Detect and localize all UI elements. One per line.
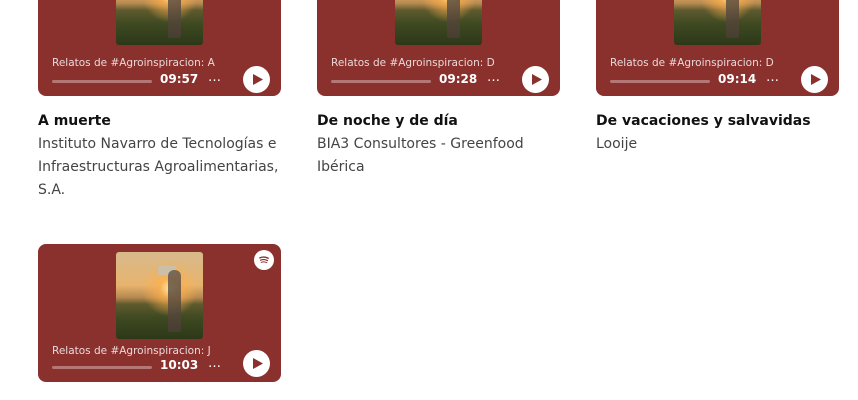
- play-icon: [810, 74, 821, 85]
- spotify-logo-icon: [254, 250, 274, 270]
- item-author: Instituto Navarro de Tecnologías e Infra…: [38, 136, 279, 198]
- item-title[interactable]: De noche y de día: [317, 113, 458, 129]
- more-options-button[interactable]: …: [766, 70, 780, 85]
- episode-title: Relatos de #Agroinspiracion: A: [52, 57, 215, 69]
- episode-title: Relatos de #Agroinspiracion: J: [52, 345, 211, 357]
- episode-title: Relatos de #Agroinspiracion: D: [331, 57, 495, 69]
- episode-thumbnail: [674, 0, 761, 45]
- item-title[interactable]: De vacaciones y salvavidas: [596, 113, 811, 129]
- episode-duration: 09:57: [160, 72, 199, 86]
- podcast-player-card[interactable]: Relatos de #Agroinspiracion: D 09:28 …: [317, 0, 560, 96]
- play-button[interactable]: [801, 66, 828, 93]
- item-author: BIA3 Consultores - Greenfood Ibérica: [317, 136, 524, 175]
- play-button[interactable]: [243, 66, 270, 93]
- episode-thumbnail: [395, 0, 482, 45]
- podcast-player-card[interactable]: Relatos de #Agroinspiracion: J 10:03 …: [38, 244, 281, 382]
- episode-thumbnail: [116, 0, 203, 45]
- episode-thumbnail: [116, 252, 203, 339]
- episode-duration: 09:28: [439, 72, 478, 86]
- play-icon: [252, 74, 263, 85]
- episode-duration: 10:03: [160, 358, 199, 372]
- play-button[interactable]: [522, 66, 549, 93]
- more-options-button[interactable]: …: [487, 70, 501, 85]
- episode-title: Relatos de #Agroinspiracion: D: [610, 57, 774, 69]
- item-author: Looije: [596, 136, 638, 152]
- item-title[interactable]: A muerte: [38, 113, 111, 129]
- more-options-button[interactable]: …: [208, 70, 222, 85]
- podcast-player-card[interactable]: Relatos de #Agroinspiracion: A 09:57 …: [38, 0, 281, 96]
- play-button[interactable]: [243, 350, 270, 377]
- progress-bar[interactable]: [610, 80, 710, 83]
- episode-duration: 09:14: [718, 72, 757, 86]
- more-options-button[interactable]: …: [208, 356, 222, 371]
- podcast-player-card[interactable]: Relatos de #Agroinspiracion: D 09:14 …: [596, 0, 839, 96]
- play-icon: [252, 358, 263, 369]
- progress-bar[interactable]: [331, 80, 431, 83]
- play-icon: [531, 74, 542, 85]
- progress-bar[interactable]: [52, 80, 152, 83]
- progress-bar[interactable]: [52, 366, 152, 369]
